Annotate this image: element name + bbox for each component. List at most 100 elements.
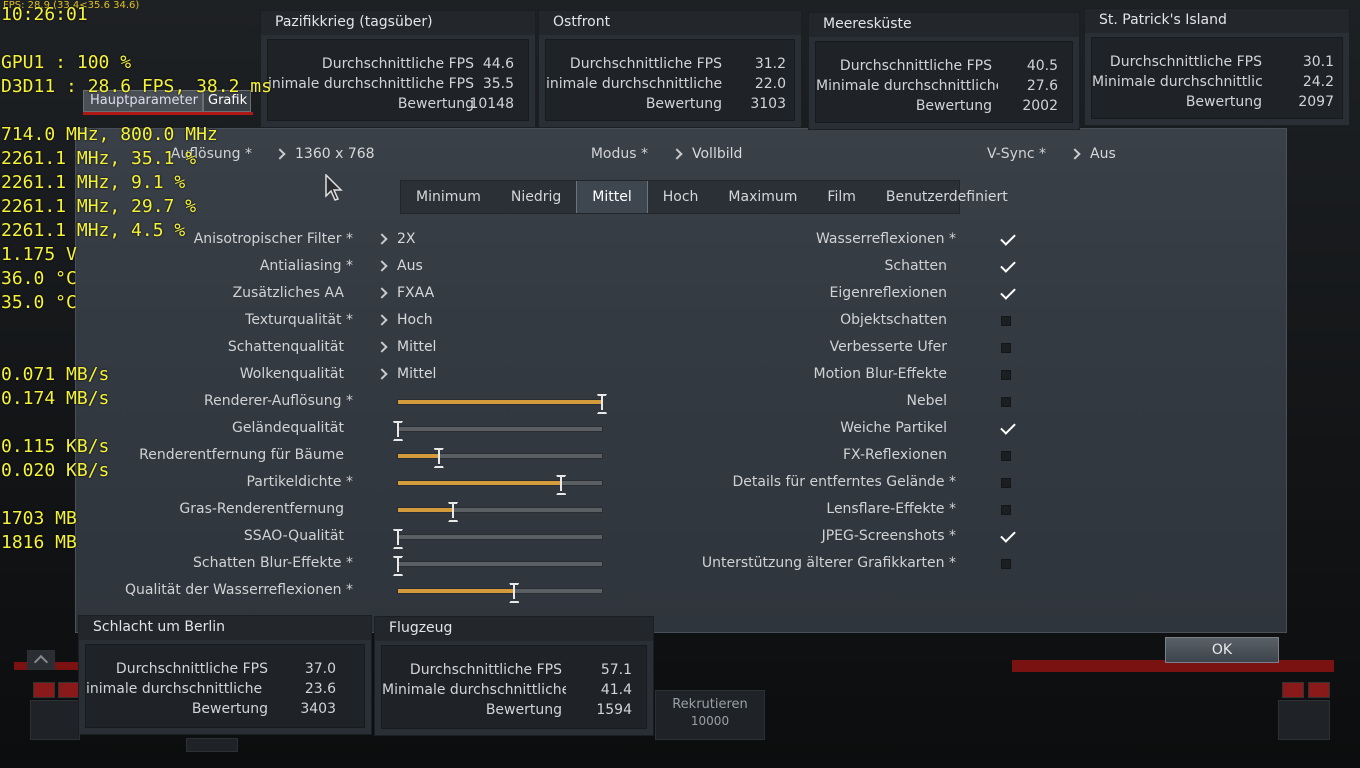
slider-fill xyxy=(398,508,454,512)
overlay-net: 0.174 MB/s xyxy=(1,388,110,409)
mouse-cursor-icon xyxy=(325,174,343,201)
setting-value[interactable]: 2X xyxy=(397,231,416,247)
benchmark-metric-value: 27.6 xyxy=(1026,78,1058,94)
benchmark-metric-label: Minimale durchschnittliche F xyxy=(816,78,998,94)
setting-label: Wolkenqualität xyxy=(239,366,344,382)
slider-track[interactable] xyxy=(397,502,603,518)
benchmark-title: Schlacht um Berlin xyxy=(79,616,371,640)
preset-tab-active[interactable]: Mittel xyxy=(576,181,648,213)
slider-track[interactable] xyxy=(397,529,603,545)
slider-label: Gras-Renderentfernung xyxy=(179,501,344,517)
slider-fill xyxy=(398,454,439,458)
toggle-label: FX-Reflexionen xyxy=(843,447,947,463)
unit-slot[interactable] xyxy=(1278,700,1330,740)
setting-value[interactable]: Mittel xyxy=(397,339,436,355)
setting-value[interactable]: Hoch xyxy=(397,312,433,328)
overlay-mem: 1703 MB xyxy=(1,508,77,529)
preset-tab[interactable]: Minimum xyxy=(401,181,496,213)
slider-fill xyxy=(398,481,562,485)
slider-handle[interactable] xyxy=(393,421,403,437)
checkmark-icon xyxy=(1000,419,1016,435)
checkbox[interactable] xyxy=(1000,503,1016,517)
slider-track[interactable] xyxy=(397,583,603,599)
setting-label: Zusätzliches AA xyxy=(232,285,344,301)
resolution-value[interactable]: 1360 x 768 xyxy=(295,146,375,162)
collapse-button[interactable] xyxy=(27,650,55,670)
benchmark-metric-value: 57.1 xyxy=(600,662,632,678)
overlay-gpu: GPU1 : 100 % xyxy=(1,52,132,73)
vsync-label: V-Sync * xyxy=(986,146,1046,162)
slider-track[interactable] xyxy=(397,421,603,437)
checkbox[interactable] xyxy=(1000,368,1016,382)
overlay-net: 0.020 KB/s xyxy=(1,460,110,481)
toggle-label: Lensflare-Effekte * xyxy=(826,501,956,517)
tab-underline xyxy=(83,112,253,115)
setting-value[interactable]: Aus xyxy=(397,258,423,274)
overlay-line: 2261.1 MHz, 29.7 % xyxy=(1,196,197,217)
preset-tab[interactable]: Niedrig xyxy=(496,181,576,213)
setting-value[interactable]: Mittel xyxy=(397,366,436,382)
checkbox[interactable] xyxy=(1000,395,1016,409)
vsync-value[interactable]: Aus xyxy=(1090,146,1116,162)
unit-slot[interactable] xyxy=(30,700,80,740)
checkbox[interactable] xyxy=(1000,284,1016,301)
slider-label: Partikeldichte * xyxy=(246,474,353,490)
slider-handle[interactable] xyxy=(393,556,403,572)
slider-track[interactable] xyxy=(397,448,603,464)
recruit-slot[interactable]: Rekrutieren 10000 xyxy=(655,690,765,740)
slider-fill xyxy=(398,589,515,593)
toggle-label: Eigenreflexionen xyxy=(829,285,947,301)
ok-button[interactable]: OK xyxy=(1165,637,1279,663)
checkbox[interactable] xyxy=(1000,341,1016,355)
benchmark-metric-label: inimale durchschnittliche FPS xyxy=(546,76,722,92)
benchmark-metric-label: Bewertung xyxy=(397,96,474,112)
checkbox[interactable] xyxy=(1000,449,1016,463)
benchmark-title: Meeresküste xyxy=(809,13,1079,37)
benchmark-metric-value: 23.6 xyxy=(304,681,336,697)
preset-tab[interactable]: Hoch xyxy=(648,181,714,213)
sort-button[interactable] xyxy=(186,738,238,752)
checkbox[interactable] xyxy=(1000,230,1016,247)
benchmark-metric-value: 31.2 xyxy=(754,56,786,72)
checkbox[interactable] xyxy=(1000,527,1016,544)
checkmark-icon xyxy=(1000,284,1016,300)
checkbox[interactable] xyxy=(1000,314,1016,328)
benchmark-metric-value: 44.6 xyxy=(482,56,514,72)
slider-handle[interactable] xyxy=(448,502,458,518)
checkbox[interactable] xyxy=(1000,257,1016,274)
checkbox[interactable] xyxy=(1000,419,1016,436)
slider-handle[interactable] xyxy=(393,529,403,545)
checkbox[interactable] xyxy=(1000,476,1016,490)
setting-value[interactable]: FXAA xyxy=(397,285,434,301)
benchmark-metric-value: 22.0 xyxy=(754,76,786,92)
benchmark-metric-value: 3103 xyxy=(750,96,786,112)
slider-track[interactable] xyxy=(397,556,603,572)
toggle-label: Wasserreflexionen * xyxy=(815,231,956,247)
checkbox-empty-icon xyxy=(1001,451,1011,461)
slider-handle[interactable] xyxy=(556,475,566,491)
slider-track[interactable] xyxy=(397,394,603,410)
flag-icon xyxy=(1308,682,1330,698)
overlay-mem: 1816 MB xyxy=(1,532,77,553)
flag-icon xyxy=(1282,682,1304,698)
checkbox[interactable] xyxy=(1000,557,1016,571)
toggle-label: Motion Blur-Effekte xyxy=(813,366,947,382)
benchmark-metric-label: Bewertung xyxy=(191,701,268,717)
slider-handle[interactable] xyxy=(509,583,519,599)
checkmark-icon xyxy=(1000,527,1016,543)
mode-value[interactable]: Vollbild xyxy=(692,146,742,162)
slider-handle[interactable] xyxy=(434,448,444,464)
slider-label: Qualität der Wasserreflexionen * xyxy=(125,582,353,598)
preset-tab[interactable]: Film xyxy=(812,181,870,213)
overlay-d3d: D3D11 : 28.6 FPS, 38.2 ms xyxy=(1,76,272,97)
slider-label: Renderer-Auflösung * xyxy=(204,393,353,409)
checkbox-empty-icon xyxy=(1001,343,1011,353)
overlay-line: 2261.1 MHz, 35.1 % xyxy=(1,148,197,169)
slider-handle[interactable] xyxy=(597,394,607,410)
preset-tab[interactable]: Maximum xyxy=(713,181,812,213)
preset-tab[interactable]: Benutzerdefiniert xyxy=(871,181,1023,213)
recruit-label: Rekrutieren xyxy=(672,697,748,712)
benchmark-panel: Meeresküste Durchschnittliche FPS 40.5 M… xyxy=(808,12,1080,130)
slider-track[interactable] xyxy=(397,475,603,491)
overlay-net: 0.071 MB/s xyxy=(1,364,110,385)
